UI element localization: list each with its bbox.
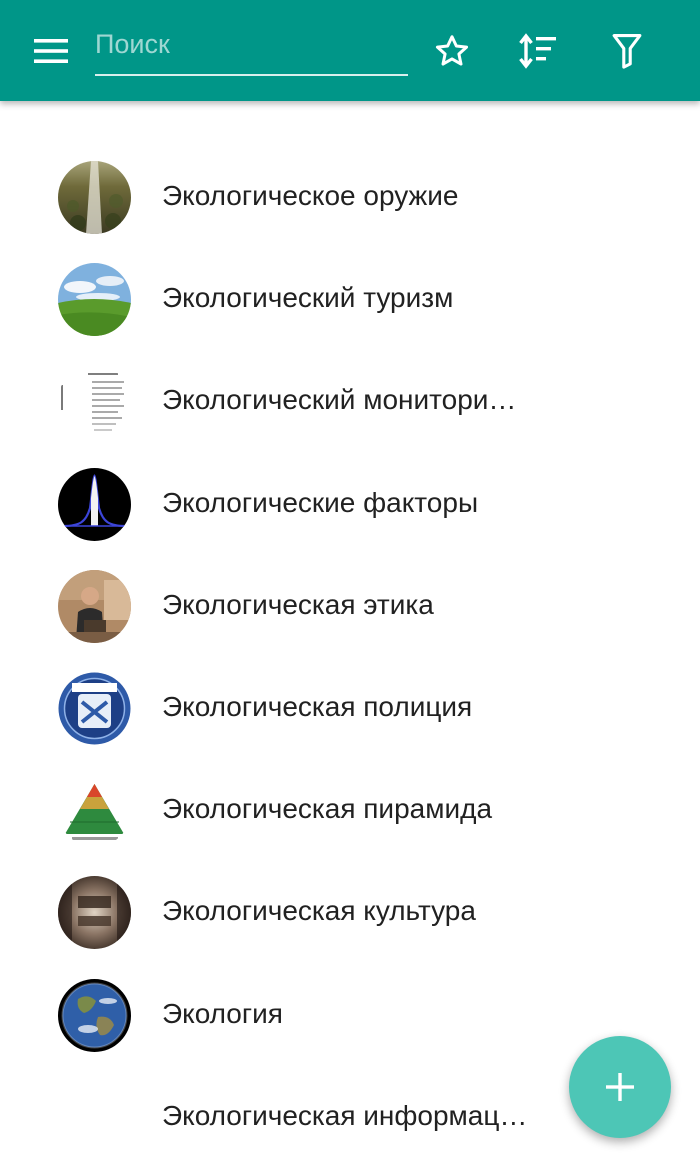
item-title: Экологический туризм [162,282,454,314]
sort-button[interactable] [511,23,567,79]
list-item[interactable]: Экологическое оружие [0,146,700,248]
add-button[interactable] [569,1036,671,1138]
item-title: Экологическая пирамида [162,793,493,825]
article-list: Экологическое оружие Экологический туриз… [0,146,700,1168]
thumbnail-bell-curve [58,467,131,541]
item-title: Экологическая информац… [162,1099,528,1131]
filter-icon [612,34,642,69]
item-title: Экологическое оружие [162,180,459,211]
list-item[interactable]: Экологическая культура [0,861,700,963]
item-title: Экологическая полиция [162,690,473,722]
favorites-button[interactable] [424,23,480,79]
list-item[interactable]: Экологическая полиция [0,657,700,759]
search-field [95,22,408,76]
app-toolbar [0,0,700,101]
thumbnail-pyramid-diagram [58,774,131,848]
list-item[interactable]: Экологический монитори… [0,350,700,452]
item-title: Экологический монитори… [162,384,517,416]
list-item[interactable]: Экологический туризм [0,248,700,350]
item-title: Экологическая этика [162,588,434,620]
thumbnail-lecturer-photo [58,569,131,643]
list-item[interactable]: Экологическая этика [0,555,700,657]
thumbnail-green-meadow-sky [58,263,131,337]
thumbnail-police-emblem [58,671,131,745]
thumbnail-aerial-landscape [58,161,131,234]
list-item[interactable]: Экологические факторы [0,453,700,555]
filter-button[interactable] [599,23,655,79]
list-item[interactable]: Экологическая пирамида [0,759,700,861]
menu-button[interactable] [23,23,79,79]
item-title: Экология [162,997,283,1029]
item-title: Экологическая культура [162,895,476,927]
search-input[interactable] [95,22,408,66]
thumbnail-blurry-photo [58,876,131,950]
thumbnail-earth-globe [58,978,131,1052]
plus-icon [606,1073,634,1101]
thumbnail-text-document [58,365,131,439]
star-outline-icon [435,35,469,66]
sort-icon [519,33,556,69]
item-title: Экологические факторы [162,486,479,518]
hamburger-menu-icon [34,39,68,63]
